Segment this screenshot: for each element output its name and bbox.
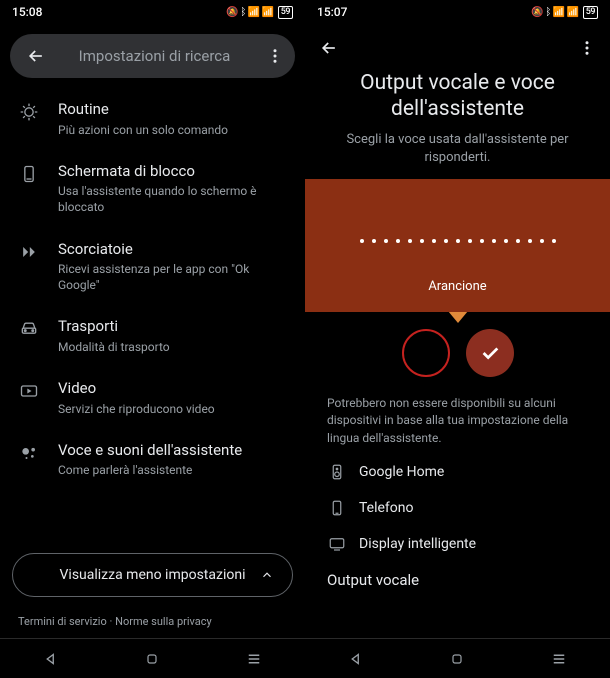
search-header: Impostazioni di ricerca [10, 34, 295, 78]
right-phone: 15:07 🔕ᛒ📶📶 59 Output vocale e voce dell'… [305, 0, 610, 678]
item-title: Routine [58, 100, 228, 120]
page-header [305, 28, 610, 68]
shortcuts-icon [18, 242, 40, 262]
list-item-routine[interactable]: Routine Più azioni con un solo comando [4, 88, 301, 150]
phone-icon [327, 499, 347, 517]
right-content: Output vocale e voce dell'assistente Sce… [305, 68, 610, 638]
voice-preview-card[interactable]: Arancione [305, 179, 610, 312]
list-item-shortcuts[interactable]: Scorciatoie Ricevi assistenza per le app… [4, 228, 301, 306]
nav-bar [0, 638, 305, 678]
list-item-assistant-voice[interactable]: Voce e suoni dell'assistente Come parler… [4, 429, 301, 491]
availability-note: Potrebbero non essere disponibili su alc… [305, 395, 610, 463]
chevron-up-icon [260, 568, 274, 582]
voice-option-selected[interactable] [466, 329, 514, 377]
more-icon[interactable] [261, 47, 289, 65]
item-subtitle: Servizi che riproducono video [58, 401, 215, 417]
status-bar: 15:07 🔕ᛒ📶📶 59 [305, 0, 610, 24]
status-bar: 15:08 🔕ᛒ📶📶 59 [0, 0, 305, 24]
item-title: Voce e suoni dell'assistente [58, 441, 242, 461]
routines-icon [18, 102, 40, 122]
more-icon[interactable] [578, 39, 596, 57]
item-title: Trasporti [58, 317, 170, 337]
waveform-icon [315, 239, 600, 243]
voice-option-red[interactable] [402, 329, 450, 377]
video-icon [18, 381, 40, 401]
collapse-settings-button[interactable]: Visualizza meno impostazioni [12, 553, 293, 597]
search-title[interactable]: Impostazioni di ricerca [48, 47, 261, 65]
item-subtitle: Ricevi assistenza per le app con "Ok Goo… [58, 261, 287, 293]
list-item-transport[interactable]: Trasporti Modalità di trasporto [4, 305, 301, 367]
device-phone: Telefono [327, 499, 447, 517]
assistant-voice-icon [18, 443, 40, 463]
device-label: Telefono [359, 500, 414, 516]
status-icons: 🔕ᛒ📶📶 59 [531, 6, 598, 19]
settings-list: Routine Più azioni con un solo comando S… [0, 82, 305, 539]
item-title: Video [58, 379, 215, 399]
nav-home-icon[interactable] [445, 647, 469, 671]
nav-back-icon[interactable] [39, 647, 63, 671]
item-subtitle: Modalità di trasporto [58, 339, 170, 355]
back-icon[interactable] [319, 38, 339, 58]
back-icon[interactable] [24, 46, 48, 66]
status-time: 15:08 [12, 5, 42, 19]
item-title: Scorciatoie [58, 240, 287, 260]
nav-home-icon[interactable] [140, 647, 164, 671]
left-phone: 15:08 🔕ᛒ📶📶 59 Impostazioni di ricerca Ro… [0, 0, 305, 678]
page-subtitle: Scegli la voce usata dall'assistente per… [305, 131, 610, 179]
status-icons: 🔕ᛒ📶📶 59 [226, 6, 293, 19]
footer-links: Termini di servizio · Norme sulla privac… [0, 605, 305, 638]
voice-name-label: Arancione [315, 279, 600, 294]
item-subtitle: Usa l'assistente quando lo schermo è blo… [58, 183, 287, 215]
section-output-vocale: Output vocale [305, 563, 610, 589]
item-subtitle: Come parlerà l'assistente [58, 462, 242, 478]
status-time: 15:07 [317, 5, 347, 19]
lock-screen-icon [18, 164, 40, 184]
terms-link[interactable]: Termini di servizio [18, 615, 107, 628]
nav-recents-icon[interactable] [242, 647, 266, 671]
voice-picker [305, 329, 610, 377]
privacy-link[interactable]: Norme sulla privacy [115, 615, 212, 628]
collapse-label: Visualizza meno impostazioni [60, 567, 246, 583]
device-label: Google Home [359, 464, 444, 480]
list-item-video[interactable]: Video Servizi che riproducono video [4, 367, 301, 429]
check-icon [479, 342, 501, 364]
speaker-icon [327, 463, 347, 481]
nav-bar [305, 638, 610, 678]
pointer-icon [448, 311, 468, 323]
device-smart-display: Display intelligente [327, 535, 476, 553]
list-item-lockscreen[interactable]: Schermata di blocco Usa l'assistente qua… [4, 150, 301, 228]
device-google-home: Google Home [327, 463, 447, 481]
item-title: Schermata di blocco [58, 162, 287, 182]
item-subtitle: Più azioni con un solo comando [58, 122, 228, 138]
device-list: Google Home Telefono Display intelligent… [305, 463, 610, 563]
display-icon [327, 535, 347, 553]
nav-recents-icon[interactable] [547, 647, 571, 671]
car-icon [18, 319, 40, 339]
nav-back-icon[interactable] [344, 647, 368, 671]
device-label: Display intelligente [359, 536, 476, 552]
page-title: Output vocale e voce dell'assistente [305, 68, 610, 131]
